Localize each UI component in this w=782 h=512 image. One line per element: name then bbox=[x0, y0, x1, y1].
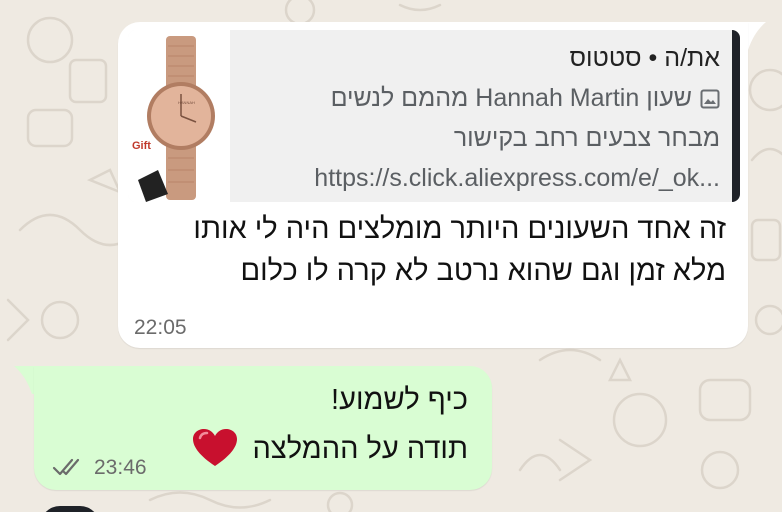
quote-link[interactable]: https://s.click.aliexpress.com/e/_ok... bbox=[314, 164, 720, 193]
outgoing-line-2-text: תודה על ההמלצה bbox=[252, 433, 468, 465]
status-thumbnail[interactable]: HANNAH Gift bbox=[128, 30, 230, 202]
svg-text:HANNAH: HANNAH bbox=[178, 100, 195, 105]
quote-caption-1: שעון Hannah Martin מהמם לנשים bbox=[330, 84, 692, 112]
quote-line-1: שעון Hannah Martin מהמם לנשים bbox=[331, 84, 720, 116]
incoming-timestamp: 22:05 bbox=[134, 316, 187, 339]
photo-icon bbox=[700, 87, 720, 116]
watch-image: HANNAH bbox=[128, 30, 230, 202]
outgoing-line-1: כיף לשמוע! bbox=[331, 384, 468, 416]
quote-sender: את/ה • סטטוס bbox=[569, 44, 720, 72]
thumb-gift-label: Gift bbox=[132, 140, 151, 152]
quote-accent-bar bbox=[732, 30, 740, 202]
quote-line-2: מבחר צבעים רחב בקישור bbox=[453, 124, 720, 152]
incoming-message-text: זה אחד השעונים היותר מומלצים היה לי אותו… bbox=[193, 213, 726, 287]
status-reply-quote[interactable]: HANNAH Gift את/ה • סטטוס שעון Hannah Mar… bbox=[128, 30, 740, 202]
outgoing-message-bubble[interactable]: כיף לשמוע! תודה על ההמלצה 23:46 bbox=[34, 366, 492, 490]
outgoing-timestamp: 23:46 bbox=[94, 456, 147, 479]
heart-emoji bbox=[192, 428, 238, 476]
outgoing-line-2: תודה על ההמלצה bbox=[192, 428, 468, 476]
incoming-message-bubble[interactable]: HANNAH Gift את/ה • סטטוס שעון Hannah Mar… bbox=[118, 22, 748, 348]
double-check-icon bbox=[52, 458, 80, 476]
